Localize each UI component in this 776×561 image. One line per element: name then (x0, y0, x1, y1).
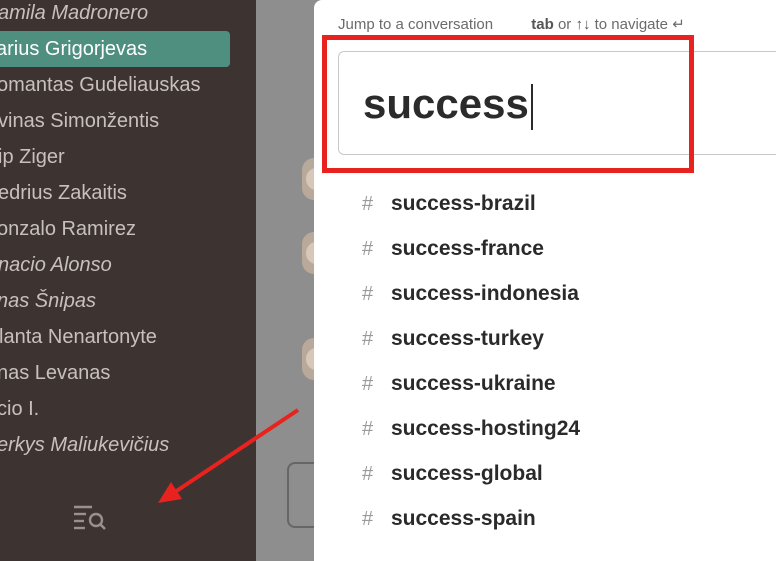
sidebar-item-label: edrius Zakaitis (0, 182, 127, 204)
channel-name: success-brazil (391, 192, 536, 215)
navigate-text: to navigate (594, 16, 669, 33)
list-item[interactable]: # success-ukraine (314, 362, 776, 407)
sidebar-item-label: amila Madronero (0, 2, 149, 24)
hint-text: Jump to a conversation (338, 16, 494, 33)
arrow-keys-icon: ↑↓ (575, 16, 591, 33)
sidebar-item-label: lanta Nenartonyte (0, 326, 157, 348)
channel-hash-icon: # (362, 193, 374, 215)
sidebar-item[interactable]: onzalo Ramirez (0, 211, 256, 247)
channel-name: success-spain (391, 507, 536, 530)
sidebar-item[interactable]: edrius Zakaitis (0, 175, 256, 211)
list-item[interactable]: # success-turkey (314, 317, 776, 362)
channel-hash-icon: # (362, 238, 374, 260)
sidebar-item[interactable]: nacio Alonso (0, 247, 256, 283)
sidebar-item-label: cio I. (0, 398, 40, 420)
channel-hash-icon: # (362, 373, 374, 395)
list-item[interactable]: # success-hosting24 (314, 407, 776, 452)
sidebar-item[interactable]: nas Šnipas (0, 283, 256, 319)
channel-name: success-france (391, 237, 544, 260)
list-item[interactable]: # success-brazil (314, 182, 776, 227)
channel-hash-icon: # (362, 463, 374, 485)
list-item[interactable]: # success-global (314, 452, 776, 497)
tab-key: tab (531, 16, 554, 33)
sidebar-item[interactable]: ip Ziger (0, 139, 256, 175)
channel-name: success-hosting24 (391, 417, 581, 440)
sidebar-item[interactable]: lanta Nenartonyte (0, 319, 256, 355)
sidebar-item-label: arius Grigorjevas (0, 38, 148, 60)
list-item[interactable]: # success-france (314, 227, 776, 272)
channel-hash-icon: # (362, 418, 374, 440)
channel-name: success-turkey (391, 327, 544, 350)
list-item[interactable]: # success-spain (314, 497, 776, 542)
channel-name: success-ukraine (391, 372, 556, 395)
channel-name: success-indonesia (391, 282, 579, 305)
enter-icon: ↵ (672, 16, 685, 33)
sidebar-item[interactable]: arius Grigorjevas (0, 31, 256, 67)
channel-name: success-global (391, 462, 543, 485)
sidebar-item-label: nas Levanas (0, 362, 111, 384)
sidebar-item[interactable]: erkys Maliukevičius (0, 427, 256, 463)
channel-hash-icon: # (362, 283, 374, 305)
sidebar-item[interactable]: cio I. (0, 391, 256, 427)
sidebar-item-label: nas Šnipas (0, 290, 96, 312)
annotation-highlight-box (322, 35, 694, 173)
sidebar: amila Madronero arius Grigorjevas omanta… (0, 0, 256, 561)
sidebar-item-label: omantas Gudeliauskas (0, 74, 201, 96)
sidebar-item-label: ip Ziger (0, 146, 65, 168)
sidebar-item-label: vinas Simonžentis (0, 110, 160, 132)
search-list-icon[interactable] (72, 502, 108, 532)
channel-hash-icon: # (362, 328, 374, 350)
sidebar-item-label: onzalo Ramirez (0, 218, 136, 240)
channel-hash-icon: # (362, 508, 374, 530)
or-text: or (557, 16, 572, 33)
switcher-hint: Jump to a conversation tab or ↑↓ to navi… (338, 15, 685, 33)
sidebar-item[interactable]: vinas Simonžentis (0, 103, 256, 139)
list-item[interactable]: # success-indonesia (314, 272, 776, 317)
quick-switcher-modal: Jump to a conversation tab or ↑↓ to navi… (314, 0, 776, 561)
sidebar-item-label: nacio Alonso (0, 254, 112, 276)
sidebar-item[interactable]: amila Madronero (0, 0, 256, 31)
sidebar-item[interactable]: nas Levanas (0, 355, 256, 391)
sidebar-item[interactable]: omantas Gudeliauskas (0, 67, 256, 103)
sidebar-item-label: erkys Maliukevičius (0, 434, 170, 456)
